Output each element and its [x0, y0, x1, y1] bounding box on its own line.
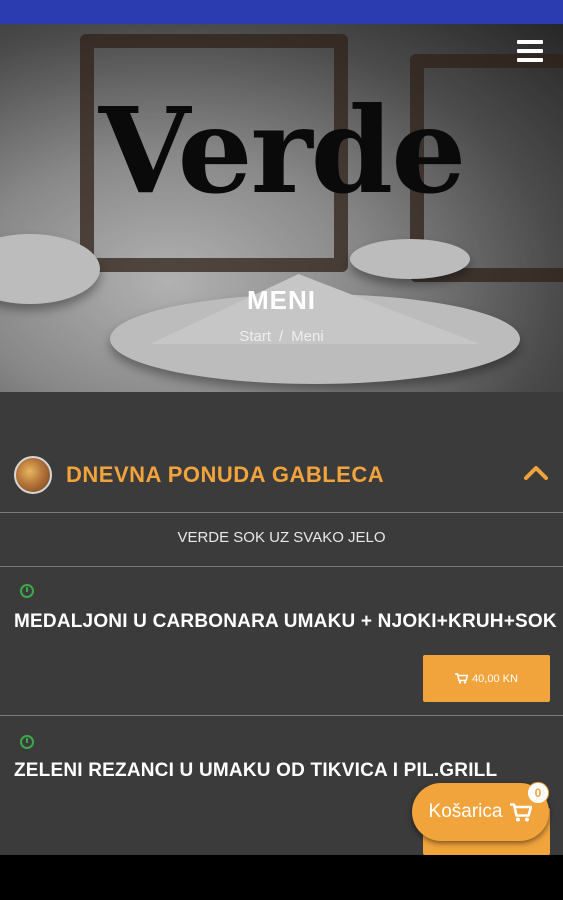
menu-item-name: ZELENI REZANCI U UMAKU OD TIKVICA I PIL.… [14, 760, 498, 781]
category-header[interactable]: DNEVNA PONUDA GABLECA [0, 452, 563, 512]
cart-icon [455, 673, 469, 684]
page-title: MENI [247, 285, 316, 315]
logo: Verde [98, 81, 467, 220]
breadcrumb: Start / Meni [0, 328, 563, 345]
menu-icon[interactable] [517, 40, 543, 62]
category-food-icon [14, 456, 52, 494]
breadcrumb-separator: / [279, 328, 284, 345]
category-title: DNEVNA PONUDA GABLECA [66, 462, 385, 487]
divider [0, 512, 563, 513]
add-to-cart-button[interactable]: 40,00 KN [423, 655, 550, 702]
price-label: 40,00 KN [472, 672, 518, 685]
category-notice: VERDE SOK UZ SVAKO JELO [177, 529, 386, 546]
navigation-bar [0, 855, 563, 900]
cart-icon [510, 802, 533, 821]
menu-item-name: MEDALJONI U CARBONARA UMAKU + NJOKI+KRUH… [14, 611, 557, 632]
clock-icon [20, 584, 34, 598]
menu-item: MEDALJONI U CARBONARA UMAKU + NJOKI+KRUH… [0, 567, 563, 715]
chevron-up-icon[interactable] [523, 462, 549, 482]
status-bar [0, 0, 563, 24]
clock-icon [20, 735, 34, 749]
cart-label: Košarica [428, 801, 503, 822]
breadcrumb-current: Meni [291, 328, 324, 345]
cart-count-badge: 0 [527, 782, 549, 804]
breadcrumb-home-link[interactable]: Start [239, 328, 271, 345]
